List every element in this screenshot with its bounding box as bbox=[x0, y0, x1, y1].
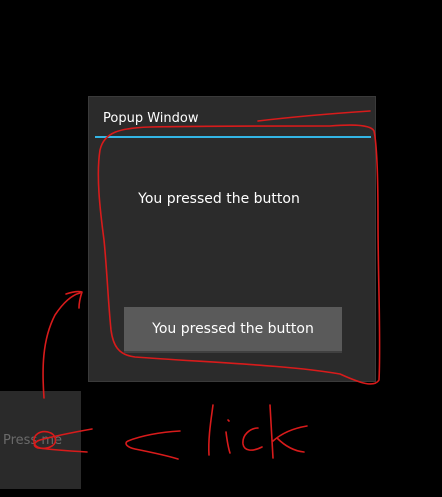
pointer-arrow-shaft bbox=[42, 292, 81, 399]
app-screen: Popup Window You pressed the button You … bbox=[0, 0, 442, 497]
popup-title-divider bbox=[95, 136, 371, 138]
handwritten-click-i bbox=[242, 427, 263, 451]
pointer-arrow-head bbox=[65, 290, 83, 309]
handwritten-click-c2 bbox=[269, 404, 308, 459]
bottom-edge bbox=[0, 489, 442, 497]
press-me-button[interactable]: Press me bbox=[0, 391, 81, 489]
click-mark-right-chevron bbox=[125, 430, 181, 460]
popup-title: Popup Window bbox=[103, 111, 199, 126]
popup-window: Popup Window You pressed the button You … bbox=[88, 96, 376, 382]
popup-message: You pressed the button bbox=[138, 191, 300, 207]
handwritten-click-c1 bbox=[208, 404, 214, 456]
handwritten-click-l bbox=[225, 419, 231, 454]
popup-action-button[interactable]: You pressed the button bbox=[124, 307, 342, 353]
